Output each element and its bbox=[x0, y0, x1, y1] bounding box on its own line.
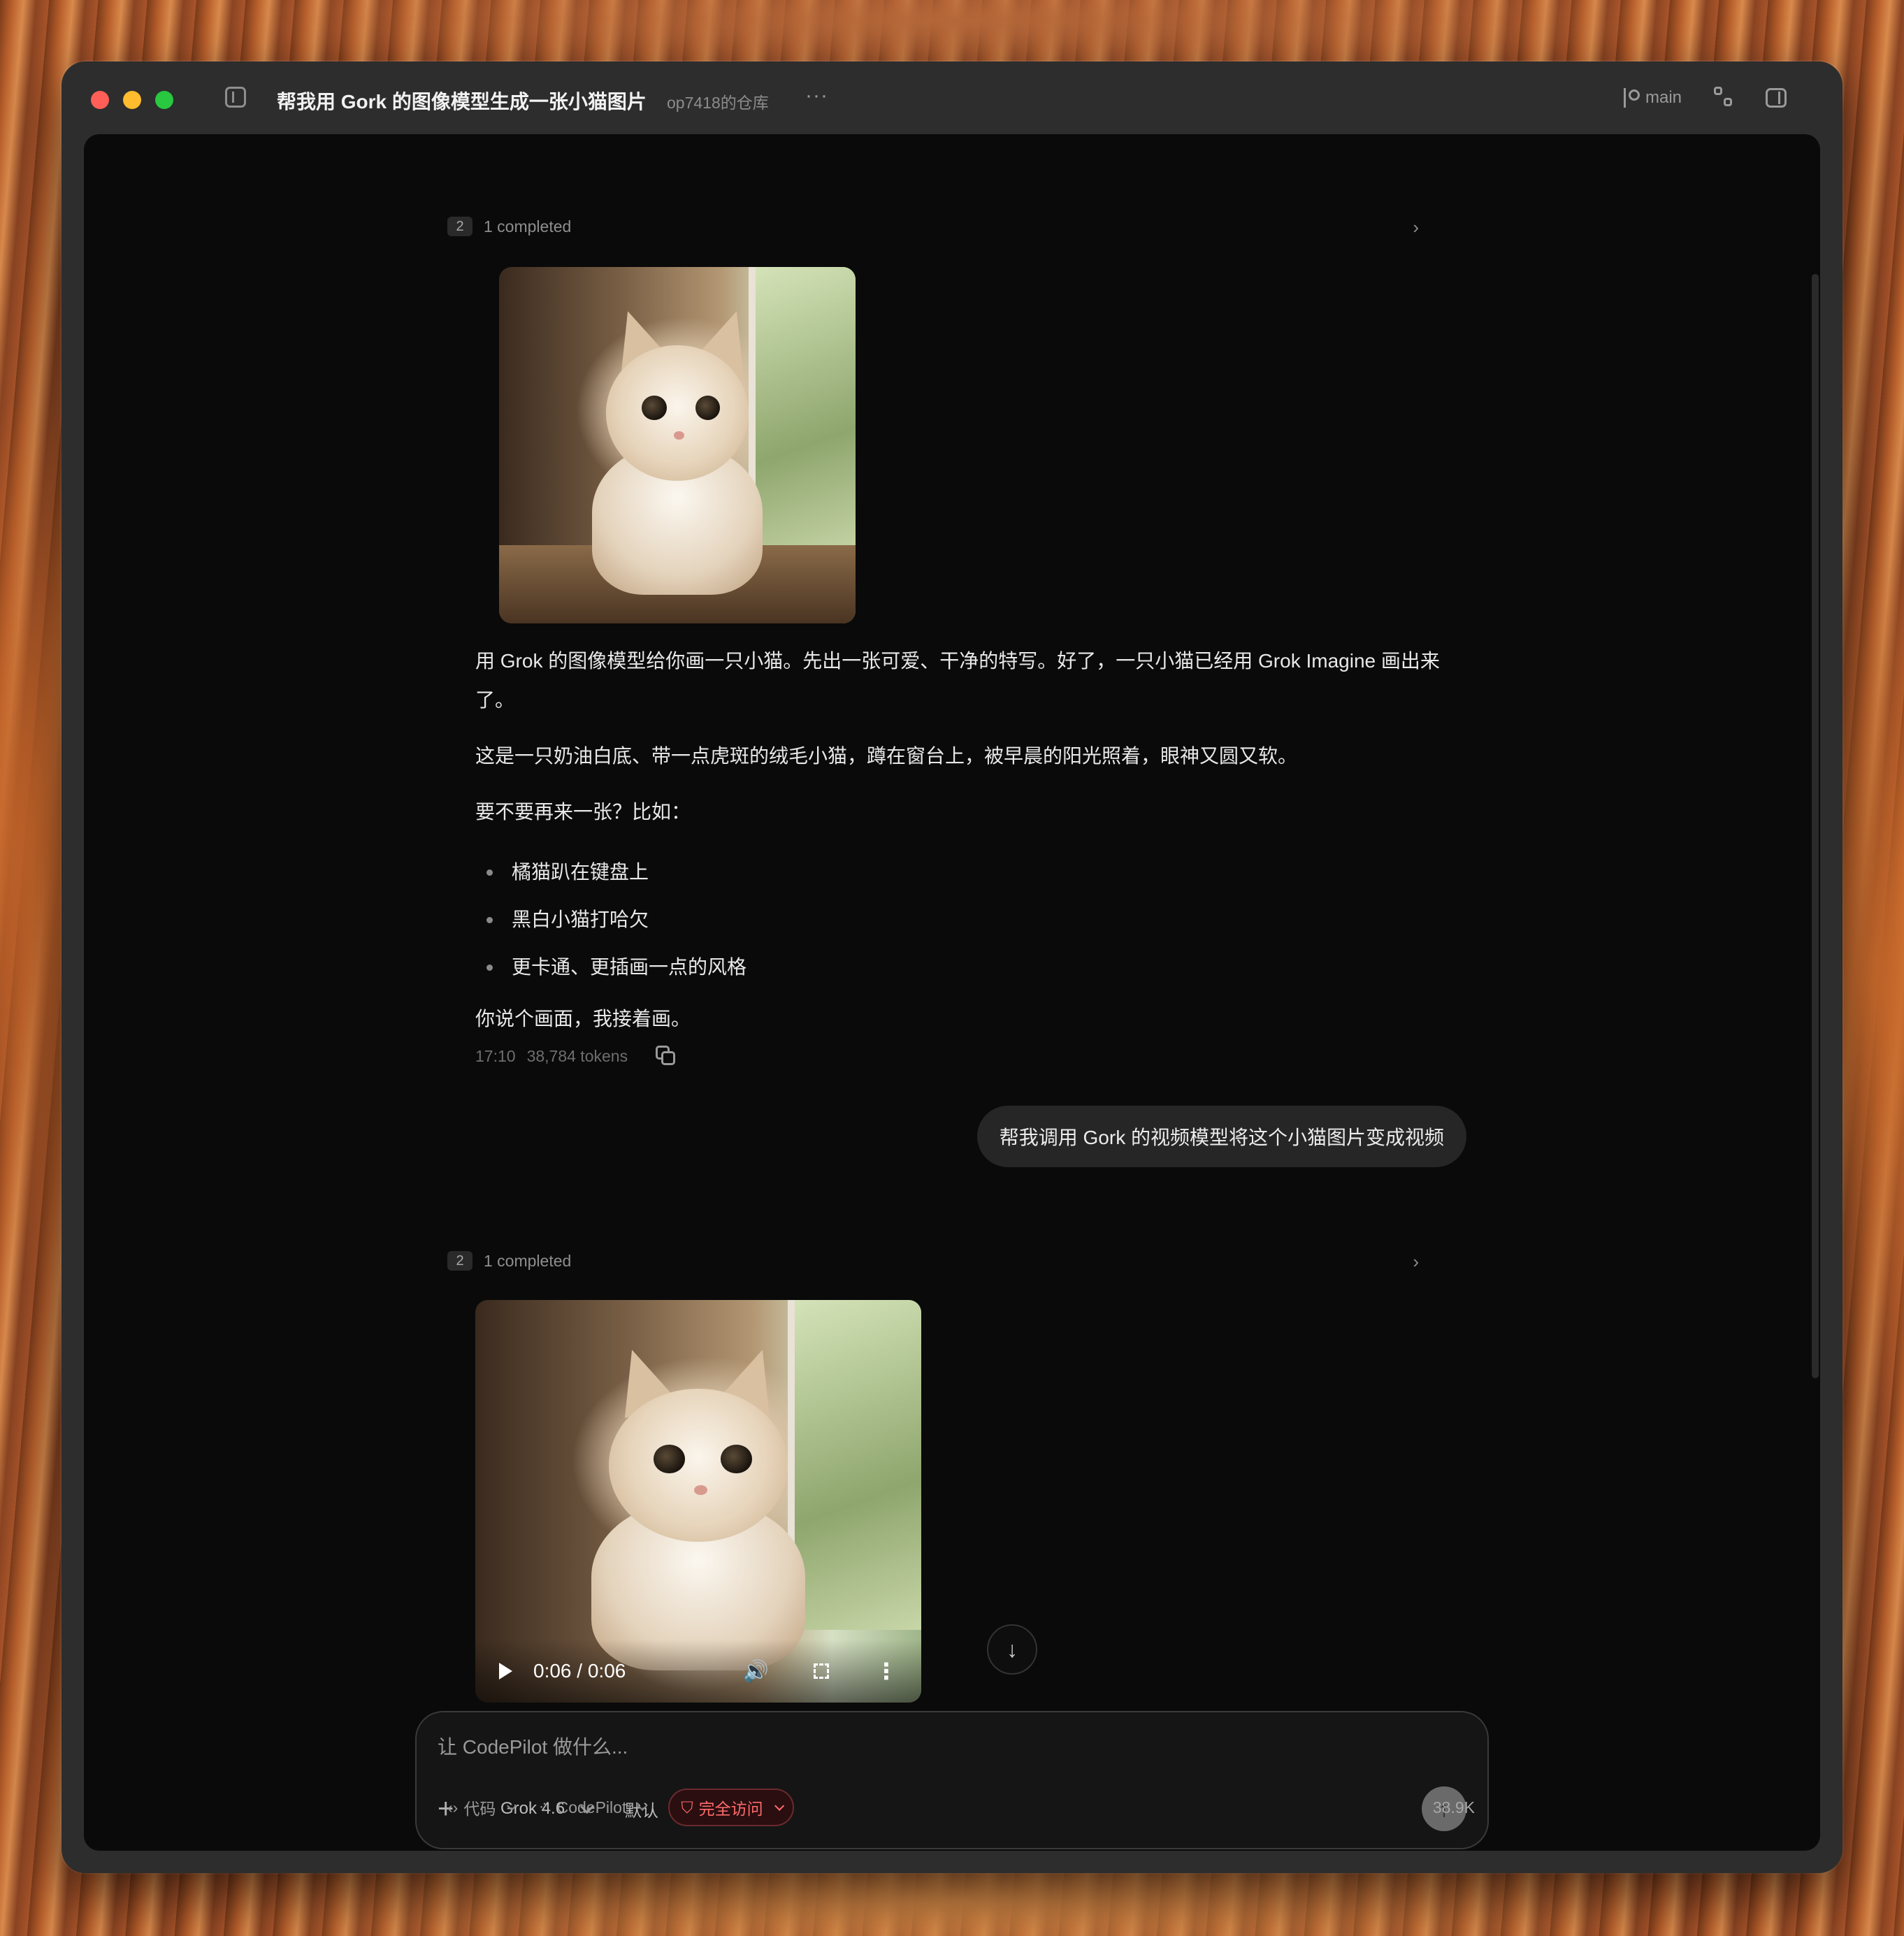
task-status: 1 completed bbox=[484, 217, 572, 236]
assistant-paragraph: 这是一只奶油白底、带一点虎斑的绒毛小猫，蹲在窗台上，被早晨的阳光照着，眼神又圆又… bbox=[475, 745, 1298, 767]
git-branch-icon bbox=[1622, 88, 1640, 108]
arrow-down-icon: ↓ bbox=[1007, 1636, 1018, 1662]
sidebar-toggle-icon[interactable] bbox=[225, 87, 246, 108]
generated-kitten-video[interactable]: 0:06 / 0:06 🔊 ⋮ bbox=[475, 1300, 921, 1703]
task-status: 1 completed bbox=[484, 1251, 572, 1270]
chevron-right-icon: › bbox=[1413, 217, 1419, 238]
list-item: 更卡通、更插画一点的风格 bbox=[475, 944, 747, 991]
close-window-button[interactable] bbox=[91, 91, 109, 109]
branch-name: main bbox=[1645, 88, 1682, 107]
title-bar: 帮我用 Gork 的图像模型生成一张小猫图片 op7418的仓库 ··· mai… bbox=[62, 62, 1842, 134]
shield-icon: ⛉ bbox=[681, 1798, 693, 1816]
minimize-window-button[interactable] bbox=[123, 91, 141, 109]
task-summary-2[interactable]: 2 1 completed › bbox=[447, 1247, 1419, 1275]
right-panel-toggle-icon[interactable] bbox=[1766, 88, 1787, 108]
video-controls: 0:06 / 0:06 🔊 ⋮ bbox=[475, 1640, 921, 1703]
message-tokens: 38,784 tokens bbox=[526, 1046, 628, 1065]
file-tree-icon[interactable] bbox=[1714, 87, 1733, 108]
zoom-window-button[interactable] bbox=[155, 91, 173, 109]
message-time: 17:10 bbox=[475, 1046, 516, 1065]
code-mode-selector[interactable]: ‹› 代码 bbox=[447, 1796, 517, 1819]
video-more-icon[interactable]: ⋮ bbox=[875, 1658, 897, 1684]
app-window: 帮我用 Gork 的图像模型生成一张小猫图片 op7418的仓库 ··· mai… bbox=[62, 62, 1842, 1873]
assistant-paragraph: 你说个画面，我接着画。 bbox=[475, 1008, 691, 1030]
copy-icon[interactable] bbox=[656, 1046, 677, 1067]
grid-icon: ⁘ bbox=[538, 1798, 551, 1816]
agent-selector[interactable]: ⁘ CodePilot bbox=[538, 1798, 648, 1817]
chevron-right-icon: › bbox=[1413, 1251, 1419, 1272]
task-count-badge: 2 bbox=[447, 1251, 473, 1271]
volume-icon[interactable]: 🔊 bbox=[743, 1659, 769, 1684]
chevron-down-icon bbox=[637, 1800, 648, 1811]
list-item: 橘猫趴在键盘上 bbox=[475, 848, 747, 896]
video-time: 0:06 / 0:06 bbox=[533, 1660, 626, 1682]
play-icon[interactable] bbox=[499, 1663, 512, 1679]
repository-label[interactable]: op7418的仓库 bbox=[667, 89, 769, 113]
chevron-down-icon bbox=[507, 1800, 517, 1811]
chat-scrollbar[interactable] bbox=[1812, 274, 1819, 1378]
branch-selector[interactable]: main bbox=[1622, 88, 1682, 108]
suggestion-list: 橘猫趴在键盘上 黑白小猫打哈欠 更卡通、更插画一点的风格 bbox=[475, 848, 747, 991]
code-brackets-icon: ‹› bbox=[447, 1798, 459, 1816]
task-count-badge: 2 bbox=[447, 217, 473, 236]
assistant-paragraph: 用 Grok 的图像模型给你画一只小猫。先出一张可爱、干净的特写。好了，一只小猫… bbox=[475, 650, 1440, 711]
more-options-icon[interactable]: ··· bbox=[805, 84, 828, 108]
conversation-title: 帮我用 Gork 的图像模型生成一张小猫图片 bbox=[277, 91, 647, 113]
task-summary-1[interactable]: 2 1 completed › bbox=[447, 212, 1419, 240]
user-message-bubble: 帮我调用 Gork 的视频模型将这个小猫图片变成视频 bbox=[976, 1106, 1466, 1167]
access-level-selector[interactable]: ⛉ 完全访问 bbox=[668, 1789, 794, 1826]
fullscreen-icon[interactable] bbox=[814, 1663, 829, 1679]
list-item: 黑白小猫打哈欠 bbox=[475, 896, 747, 944]
prompt-input[interactable] bbox=[438, 1732, 1458, 1763]
status-bar: ‹› 代码 ⁘ CodePilot ⛉ 完全访问 38.9K bbox=[447, 1786, 1475, 1828]
context-token-count: 38.9K bbox=[1432, 1798, 1475, 1816]
assistant-paragraph: 要不要再来一张？比如： bbox=[475, 801, 691, 823]
message-meta: 17:10 38,784 tokens bbox=[475, 1046, 677, 1067]
generated-kitten-image[interactable] bbox=[499, 267, 856, 623]
chevron-down-icon bbox=[774, 1800, 784, 1811]
scroll-to-bottom-button[interactable]: ↓ bbox=[987, 1624, 1037, 1675]
chat-area[interactable]: 2 1 completed › 用 Grok 的图像模型给你画一只小猫。先出一张… bbox=[84, 134, 1820, 1851]
message-composer: + Grok 4.6 默认 ↑ bbox=[415, 1711, 1489, 1849]
